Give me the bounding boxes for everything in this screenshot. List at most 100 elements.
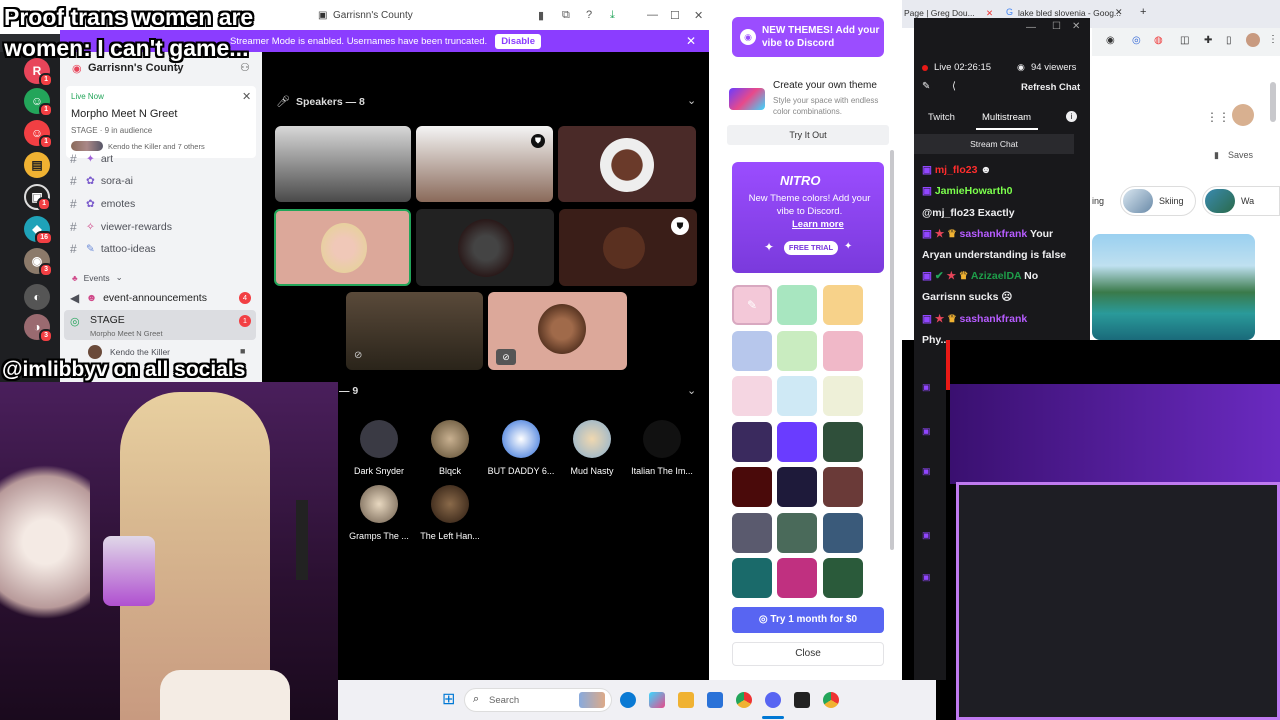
pin-icon[interactable]: ▮ (538, 9, 544, 22)
channel-tattoo-ideas[interactable]: # ✎ tattoo-ideas (70, 242, 156, 256)
audience-member[interactable]: Gramps The ... (344, 485, 414, 541)
close-button[interactable]: Close (732, 642, 884, 666)
search-chip[interactable]: Skiing (1120, 186, 1196, 216)
search-chip[interactable]: Wa (1202, 186, 1280, 216)
browser-scrollbar[interactable] (1270, 82, 1276, 122)
chat-username[interactable]: JamieHowarth0 (935, 185, 1013, 197)
chat-username[interactable]: sashankfrank (960, 228, 1028, 240)
puzzle-icon[interactable]: ✚ (1204, 35, 1212, 46)
panel-scrollbar[interactable] (890, 150, 894, 550)
theme-swatch[interactable] (823, 467, 863, 507)
theme-swatch[interactable] (823, 512, 863, 553)
chat-username[interactable]: sashankfrank (960, 313, 1028, 325)
audience-member[interactable]: The Left Han... (415, 485, 485, 541)
speaker-tile-active[interactable] (274, 209, 411, 286)
theme-swatch[interactable] (732, 330, 772, 371)
refresh-chat-button[interactable]: Refresh Chat (1021, 82, 1080, 93)
close-banner-icon[interactable]: ✕ (686, 34, 696, 48)
tab-multistream[interactable]: Multistream (982, 112, 1031, 123)
speaker-tile[interactable] (275, 126, 411, 202)
audience-member[interactable]: Dark Snyder (344, 420, 414, 476)
channel-event-announcements[interactable]: ◀ ☻ event-announcements (70, 291, 207, 305)
chevron-down-icon[interactable]: ⌄ (173, 62, 181, 73)
theme-swatch[interactable] (777, 330, 817, 371)
extension-icon[interactable]: ◎ (1132, 35, 1141, 46)
saves-link[interactable]: Saves (1228, 150, 1253, 160)
chrome-icon[interactable] (736, 692, 752, 708)
split-icon[interactable]: ▯ (1226, 35, 1232, 46)
audience-member[interactable]: BUT DADDY 6... (486, 420, 556, 476)
theme-swatch[interactable] (777, 376, 817, 416)
audience-member[interactable]: Italian The Im... (627, 420, 697, 476)
speaker-tile[interactable] (416, 209, 554, 286)
channel-viewer-rewards[interactable]: # ✧ viewer-rewards (70, 220, 172, 234)
maximize-icon[interactable]: ☐ (1052, 21, 1061, 32)
store-icon[interactable] (707, 692, 723, 708)
channel-art[interactable]: # ✦ art (70, 152, 113, 166)
account-avatar[interactable] (1232, 104, 1254, 126)
theme-swatch[interactable] (777, 558, 817, 598)
copilot-icon[interactable] (649, 692, 665, 708)
tab-twitch[interactable]: Twitch (928, 112, 955, 123)
server-icon-6[interactable]: ◆ 16 (24, 216, 53, 245)
theme-swatch[interactable] (823, 558, 863, 598)
try-month-button[interactable]: ◎ Try 1 month for $0 (732, 607, 884, 633)
theme-swatch[interactable] (777, 421, 817, 462)
theme-swatch[interactable] (777, 467, 817, 507)
theme-swatch[interactable] (732, 421, 772, 462)
help-icon[interactable]: ? (586, 9, 592, 21)
theme-swatch[interactable] (823, 376, 863, 416)
theme-swatch[interactable] (732, 376, 772, 416)
chat-username[interactable]: mj_flo23 (935, 164, 978, 176)
taskbar-search[interactable]: ⌕ Search (464, 688, 612, 712)
speaker-tile[interactable]: ⊘ (346, 292, 483, 370)
theme-swatch[interactable] (777, 512, 817, 553)
stage-channel[interactable]: ◎ STAGE Morpho Meet N Greet 1 (64, 310, 256, 340)
discord-taskbar-icon[interactable] (765, 692, 781, 708)
browser-tab-1[interactable]: Page | Greg Dou... (904, 8, 975, 18)
collapse-audience-icon[interactable]: ⌄ (687, 384, 696, 397)
theme-swatch[interactable] (777, 285, 817, 325)
minimize-icon[interactable]: — (647, 9, 658, 21)
app-icon[interactable] (794, 692, 810, 708)
audience-member[interactable]: Blqck (415, 420, 485, 476)
new-tab-icon[interactable]: + (1140, 6, 1146, 18)
lake-bled-image[interactable] (1092, 234, 1255, 340)
speaker-tile[interactable]: ⛊ (416, 126, 553, 202)
server-icon-8[interactable]: ◐ (24, 284, 50, 310)
audience-member[interactable]: Mud Nasty (557, 420, 627, 476)
minimize-icon[interactable]: — (1026, 22, 1036, 33)
category-events[interactable]: ♣ Events ⌄ (72, 272, 123, 283)
extension-icon[interactable]: ◉ (1106, 35, 1115, 46)
stage-user-name[interactable]: Kendo the Killer (110, 347, 170, 357)
browser-tab-2[interactable]: lake bled slovenia - Goog... (1018, 8, 1121, 18)
download-icon[interactable]: ⤓ (610, 9, 615, 22)
channel-sora-ai[interactable]: # ✿ sora-ai (70, 174, 133, 188)
server-icon-9[interactable]: ◑ 3 (24, 314, 53, 343)
disable-streamer-mode-button[interactable]: Disable (495, 33, 541, 49)
speaker-tile[interactable] (558, 126, 696, 202)
collapse-speakers-icon[interactable]: ⌄ (687, 94, 696, 107)
profile-avatar[interactable] (1246, 33, 1260, 47)
server-icon-7[interactable]: ◉ 3 (24, 248, 53, 277)
info-icon[interactable]: i (1066, 111, 1077, 122)
chrome-icon[interactable] (823, 692, 839, 708)
server-icon-4[interactable]: ▤ (24, 152, 50, 178)
theme-swatch[interactable] (823, 330, 863, 371)
extension-icon[interactable]: ◫ (1180, 35, 1189, 46)
share-icon[interactable]: ⟨ (952, 81, 956, 92)
more-icon[interactable]: ⋮ (1268, 34, 1278, 45)
theme-swatch[interactable] (823, 421, 863, 462)
maximize-icon[interactable]: ☐ (670, 9, 680, 22)
file-explorer-icon[interactable] (678, 692, 694, 708)
apps-grid-icon[interactable]: ⋮⋮ (1206, 110, 1230, 124)
edge-icon[interactable] (620, 692, 636, 708)
channel-emotes[interactable]: # ✿ emotes (70, 197, 135, 211)
close-card-icon[interactable]: ✕ (242, 90, 251, 103)
server-icon-2[interactable]: ☺ 1 (24, 88, 53, 117)
inbox-icon[interactable]: ⧉ (562, 9, 570, 22)
theme-swatch[interactable] (732, 512, 772, 553)
live-event-card[interactable]: Live Now ✕ Morpho Meet N Greet STAGE · 9… (66, 86, 256, 158)
theme-swatch[interactable]: ✎ (732, 285, 772, 325)
close-window-icon[interactable]: ✕ (1072, 21, 1080, 32)
